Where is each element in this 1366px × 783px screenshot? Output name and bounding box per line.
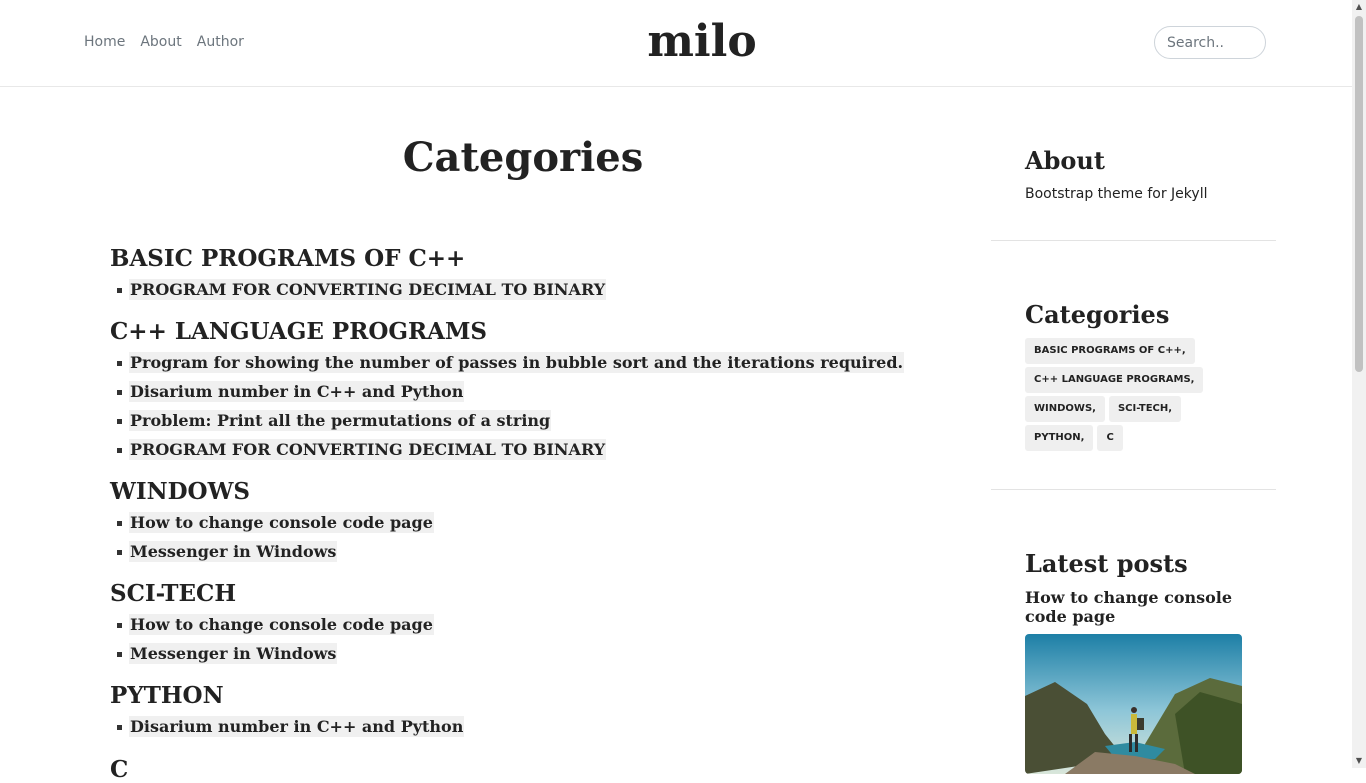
category-tags: BASIC PROGRAMS OF C++, C++ LANGUAGE PROG…: [1025, 338, 1245, 454]
post-link[interactable]: Problem: Print all the permutations of a…: [129, 410, 552, 431]
list-item: Disarium number in C++ and Python: [117, 716, 465, 737]
latest-posts-heading: Latest posts: [1025, 549, 1188, 578]
list-item: How to change console code page: [117, 512, 434, 533]
latest-post-link[interactable]: How to change console code page: [1025, 588, 1250, 626]
about-text: Bootstrap theme for Jekyll: [1025, 186, 1208, 202]
tag-sci-tech[interactable]: SCI-TECH,: [1108, 396, 1182, 422]
category-heading: PYTHON: [110, 682, 224, 709]
bullet-icon: [117, 361, 122, 366]
category-heading: SCI-TECH: [110, 580, 237, 607]
tag-c[interactable]: C: [1097, 425, 1123, 451]
bullet-icon: [117, 725, 122, 730]
post-link[interactable]: Messenger in Windows: [129, 541, 338, 562]
divider: [991, 489, 1276, 490]
list-item: PROGRAM FOR CONVERTING DECIMAL TO BINARY: [117, 279, 607, 300]
list-item: Messenger in Windows: [117, 541, 338, 562]
scroll-down-icon[interactable]: ▼: [1352, 754, 1366, 768]
list-item: Problem: Print all the permutations of a…: [117, 410, 552, 431]
bullet-icon: [117, 652, 122, 657]
page-title: Categories: [402, 134, 644, 181]
post-link[interactable]: PROGRAM FOR CONVERTING DECIMAL TO BINARY: [129, 279, 607, 300]
post-link[interactable]: Disarium number in C++ and Python: [129, 381, 465, 402]
about-heading: About: [1025, 146, 1105, 175]
bullet-icon: [117, 448, 122, 453]
post-link[interactable]: How to change console code page: [129, 614, 434, 635]
bullet-icon: [117, 288, 122, 293]
list-item: Program for showing the number of passes…: [117, 352, 905, 373]
page-scrollbar[interactable]: ▲ ▼: [1352, 0, 1366, 768]
post-link[interactable]: PROGRAM FOR CONVERTING DECIMAL TO BINARY: [129, 439, 607, 460]
list-item: Messenger in Windows: [117, 643, 338, 664]
list-item: PROGRAM FOR CONVERTING DECIMAL TO BINARY: [117, 439, 607, 460]
latest-post-thumbnail[interactable]: [1025, 634, 1242, 774]
post-link[interactable]: Messenger in Windows: [129, 643, 338, 664]
search-input[interactable]: [1154, 26, 1266, 59]
bullet-icon: [117, 390, 122, 395]
divider: [991, 240, 1276, 241]
tag-windows[interactable]: WINDOWS,: [1025, 396, 1105, 422]
post-link[interactable]: Program for showing the number of passes…: [129, 352, 905, 373]
list-item: Disarium number in C++ and Python: [117, 381, 465, 402]
list-item: How to change console code page: [117, 614, 434, 635]
category-heading: C: [110, 756, 129, 783]
post-link[interactable]: How to change console code page: [129, 512, 434, 533]
post-link[interactable]: Disarium number in C++ and Python: [129, 716, 465, 737]
category-heading: WINDOWS: [110, 478, 251, 505]
tag-cpp-language-programs[interactable]: C++ LANGUAGE PROGRAMS,: [1025, 367, 1204, 393]
scrollbar-thumb[interactable]: [1355, 16, 1363, 372]
tag-basic-programs[interactable]: BASIC PROGRAMS OF C++,: [1025, 338, 1195, 364]
category-heading: BASIC PROGRAMS OF C++: [110, 245, 466, 272]
categories-heading: Categories: [1025, 300, 1170, 329]
mountain-landscape-image: [1025, 634, 1242, 774]
bullet-icon: [117, 550, 122, 555]
bullet-icon: [117, 419, 122, 424]
site-header: Home About Author milo: [0, 0, 1352, 87]
scroll-up-icon[interactable]: ▲: [1352, 0, 1366, 14]
bullet-icon: [117, 521, 122, 526]
tag-python[interactable]: PYTHON,: [1025, 425, 1094, 451]
bullet-icon: [117, 623, 122, 628]
category-heading: C++ LANGUAGE PROGRAMS: [110, 318, 488, 345]
